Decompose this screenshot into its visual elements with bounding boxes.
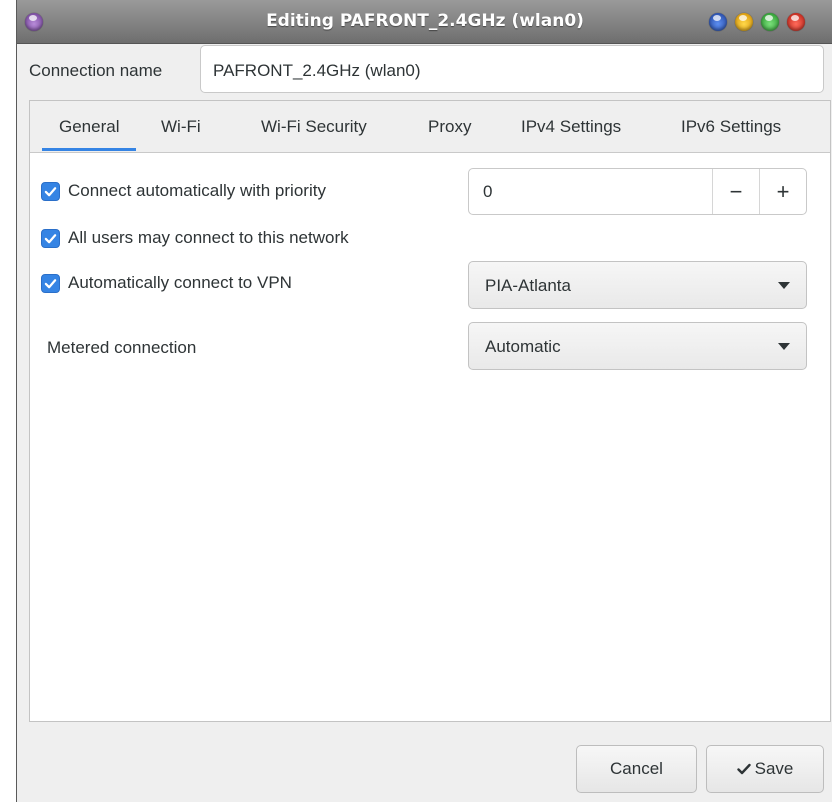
save-button-label: Save — [754, 759, 794, 778]
all-users-label: All users may connect to this network — [68, 228, 349, 247]
connection-name-label: Connection name — [29, 61, 163, 80]
priority-spinbutton[interactable]: 0 − + — [468, 168, 807, 215]
auto-vpn-label: Automatically connect to VPN — [68, 273, 292, 292]
connection-name-input[interactable]: PAFRONT_2.4GHz (wlan0) — [200, 45, 824, 93]
shade-window-icon[interactable] — [709, 13, 727, 31]
metered-connection-label: Metered connection — [47, 338, 197, 357]
tab-ipv6-settings[interactable]: IPv6 Settings — [681, 117, 781, 137]
maximize-window-icon[interactable] — [761, 13, 779, 31]
vpn-select[interactable]: PIA-Atlanta — [468, 261, 807, 309]
minus-icon: − — [729, 178, 743, 204]
dialog-window: Editing PAFRONT_2.4GHz (wlan0) Connectio… — [16, 0, 832, 802]
cancel-button-label: Cancel — [610, 759, 663, 778]
auto-vpn-checkbox[interactable] — [41, 273, 60, 293]
auto-connect-checkbox[interactable] — [41, 181, 60, 201]
tab-general[interactable]: General — [41, 117, 138, 151]
checkmark-icon — [44, 233, 57, 243]
metered-select[interactable]: Automatic — [468, 322, 807, 370]
priority-decrease-button[interactable]: − — [712, 169, 759, 214]
checkmark-icon — [44, 278, 57, 288]
tab-proxy[interactable]: Proxy — [428, 117, 471, 137]
dropdown-arrow-icon — [778, 343, 790, 350]
dropdown-arrow-icon — [778, 282, 790, 289]
save-button[interactable]: Save — [706, 745, 824, 793]
vpn-select-value: PIA-Atlanta — [485, 276, 571, 295]
priority-value[interactable]: 0 — [483, 182, 492, 202]
all-users-checkbox[interactable] — [41, 228, 60, 248]
all-users-row: All users may connect to this network — [41, 228, 349, 248]
tab-bar: General Wi-Fi Wi-Fi Security Proxy IPv4 … — [30, 101, 830, 153]
minimize-window-icon[interactable] — [735, 13, 753, 31]
plus-icon: + — [776, 178, 790, 204]
auto-connect-row: Connect automatically with priority — [41, 181, 326, 201]
checkmark-icon — [736, 763, 751, 775]
close-window-icon[interactable] — [787, 13, 805, 31]
tab-wifi[interactable]: Wi-Fi — [161, 117, 201, 137]
metered-select-value: Automatic — [485, 337, 561, 356]
tab-wifi-security[interactable]: Wi-Fi Security — [261, 117, 367, 137]
priority-increase-button[interactable]: + — [759, 169, 806, 214]
auto-vpn-row: Automatically connect to VPN — [41, 273, 292, 293]
tab-ipv4-settings[interactable]: IPv4 Settings — [521, 117, 621, 137]
auto-connect-label: Connect automatically with priority — [68, 181, 326, 200]
checkmark-icon — [44, 186, 57, 196]
cancel-button[interactable]: Cancel — [576, 745, 697, 793]
titlebar: Editing PAFRONT_2.4GHz (wlan0) — [17, 0, 832, 44]
